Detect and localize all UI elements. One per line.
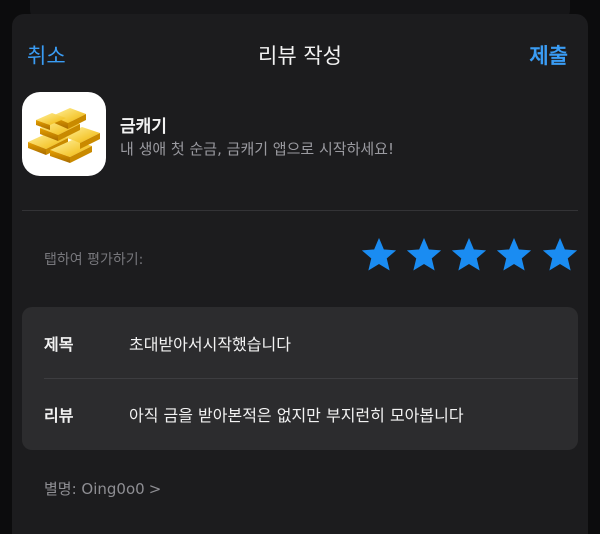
review-field[interactable]: 아직 금을 받아본적은 없지만 부지런히 모아봅니다 (129, 402, 464, 426)
title-field[interactable]: 초대받아서시작했습니다 (129, 331, 291, 355)
page-title: 리뷰 작성 (258, 44, 342, 68)
chevron-right-icon: > (148, 480, 162, 498)
star-icon-1[interactable] (362, 238, 396, 272)
star-icon-2[interactable] (407, 238, 441, 272)
alias-link[interactable]: 별명: Oing0o0 > (44, 478, 161, 499)
star-icon-4[interactable] (497, 238, 531, 272)
divider (22, 210, 578, 211)
submit-button[interactable]: 제출 (529, 40, 568, 70)
review-label: 리뷰 (44, 406, 74, 425)
star-icon-3[interactable] (452, 238, 486, 272)
star-rating[interactable] (362, 238, 582, 278)
rating-label: 탭하여 평가하기: (44, 252, 144, 268)
app-info: 금캐기 내 생애 첫 순금, 금캐기 앱으로 시작하세요! (22, 92, 578, 182)
review-form: 제목 초대받아서시작했습니다 리뷰 아직 금을 받아본적은 없지만 부지런히 모… (22, 307, 578, 450)
title-label: 제목 (44, 335, 74, 354)
star-icon-5[interactable] (543, 238, 577, 272)
nav-bar: 취소 리뷰 작성 제출 (12, 14, 588, 94)
alias-text: 별명: Oing0o0 (44, 480, 145, 498)
app-name: 금캐기 (120, 117, 167, 137)
review-sheet: 취소 리뷰 작성 제출 금캐기 내 생애 첫 순금, 금캐기 앱으로 시작하세요… (12, 14, 588, 534)
form-divider (44, 378, 578, 379)
gold-bars-icon (22, 92, 106, 176)
app-subtitle: 내 생애 첫 순금, 금캐기 앱으로 시작하세요! (120, 140, 394, 158)
